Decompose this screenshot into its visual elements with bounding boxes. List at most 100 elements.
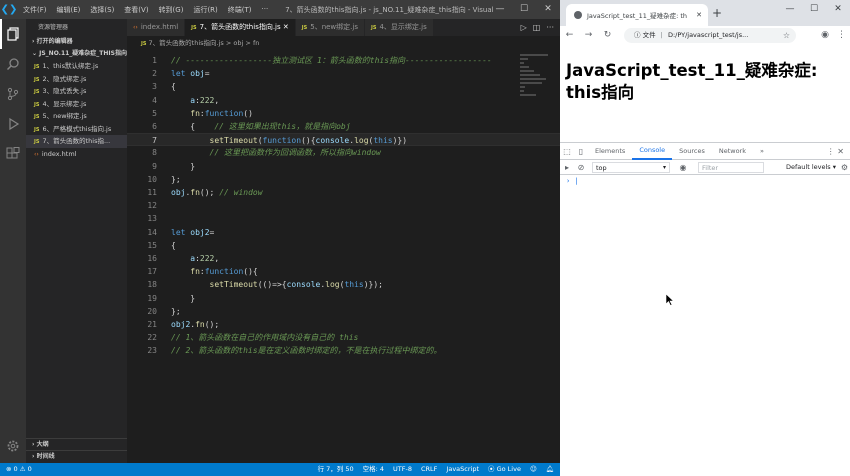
log-levels-dropdown[interactable]: Default levels ▾ (786, 163, 836, 171)
more-tabs-button[interactable]: » (753, 143, 771, 159)
tab-arrow-function[interactable]: JS 7、箭头函数的this指向.js ✕ (185, 19, 296, 36)
console-settings-gear-icon[interactable]: ⚙ (841, 163, 848, 172)
code-line[interactable]: 11 obj.fn(); // window (127, 186, 560, 199)
code-line[interactable]: 5 fn:function() (127, 107, 560, 120)
code-line[interactable]: 8 // 这里把函数作为回调函数，所以指向window (127, 146, 560, 159)
code-line[interactable]: 3{ (127, 80, 560, 93)
search-icon[interactable] (0, 49, 26, 79)
code-line[interactable]: 17 fn:function(){ (127, 265, 560, 278)
console-prompt[interactable]: › | (560, 175, 850, 187)
code-line[interactable]: 2 let obj= (127, 67, 560, 80)
code-line[interactable]: 10}; (127, 173, 560, 186)
code-line[interactable]: 22 // 1、箭头函数在自己的作用域内没有自己的 this (127, 331, 560, 344)
run-icon[interactable]: ▷ (521, 23, 527, 32)
tab-index-html[interactable]: ‹› index.html (127, 19, 186, 36)
split-editor-icon[interactable]: ◫ (533, 23, 541, 32)
language-mode[interactable]: JavaScript (446, 463, 479, 476)
breadcrumb-leaf[interactable]: fn (253, 39, 259, 47)
code-line[interactable]: 21 obj2.fn(); (127, 318, 560, 331)
code-line[interactable]: 1 // ------------------独立测试区 1：箭头函数的this指… (127, 54, 560, 67)
file-item[interactable]: JS 1、this默认绑定.js (26, 60, 127, 73)
tab-console[interactable]: Console (632, 142, 673, 160)
code-line[interactable]: 18 setTimeout(()=>{console.log(this)}); (127, 278, 560, 291)
code-line[interactable]: 9 } (127, 160, 560, 173)
device-toolbar-icon[interactable]: ▯ (574, 147, 588, 156)
browser-tab[interactable]: JavaScript_test_11_疑难杂症: th ✕ (566, 4, 708, 26)
maximize-icon[interactable]: ☐ (512, 0, 536, 19)
line-ending[interactable]: CRLF (421, 463, 437, 476)
timeline-section[interactable]: › 时间线 (26, 450, 127, 462)
breadcrumb-file[interactable]: 7、箭头函数的this指向.js (149, 39, 224, 47)
folder-section[interactable]: ⌄ JS_NO.11_疑难杂症_THIS指向 (26, 48, 127, 60)
minimize-icon[interactable]: — (778, 0, 802, 18)
explorer-icon[interactable] (0, 19, 26, 49)
menu-selection[interactable]: 选择(S) (85, 5, 119, 15)
tab-network[interactable]: Network (712, 143, 753, 159)
back-arrow-icon[interactable]: ← (560, 30, 579, 40)
close-icon[interactable]: ✕ (536, 0, 560, 19)
file-item[interactable]: ‹› index.html (26, 148, 127, 161)
manage-gear-icon[interactable] (0, 438, 26, 457)
file-item[interactable]: JS 4、显示绑定.js (26, 98, 127, 111)
code-line[interactable]: 15 { (127, 239, 560, 252)
reload-icon[interactable]: ↻ (598, 30, 617, 40)
encoding[interactable]: UTF-8 (393, 463, 412, 476)
go-live-button[interactable]: ⦿ Go Live (488, 463, 521, 476)
breadcrumb-symbol[interactable]: obj (233, 39, 243, 47)
menu-edit[interactable]: 编辑(E) (52, 5, 86, 15)
new-tab-button[interactable]: + (712, 6, 722, 20)
tab-close-icon[interactable]: ✕ (696, 11, 702, 19)
tab-close-icon[interactable]: ✕ (283, 23, 289, 31)
file-item[interactable]: JS 5、new绑定.js (26, 110, 127, 123)
notifications-bell-icon[interactable]: 🔔︎ (546, 463, 554, 476)
code-line[interactable]: 16 a:222, (127, 252, 560, 265)
outline-section[interactable]: › 大纲 (26, 438, 127, 450)
info-icon[interactable]: ⓘ (634, 31, 641, 39)
run-debug-icon[interactable] (0, 109, 26, 139)
code-line[interactable]: 6 { // 这里如果出现this，就是指向obj (127, 120, 560, 133)
sidebar-toggle-icon[interactable]: ▸ (560, 163, 574, 172)
menu-view[interactable]: 查看(V) (119, 5, 153, 15)
problems-indicator[interactable]: ⊗ 0 ⚠ 0 (6, 463, 32, 476)
inspect-element-icon[interactable]: ⬚ (560, 147, 574, 156)
chrome-menu-icon[interactable]: ⋮ (837, 26, 846, 44)
context-select[interactable]: top (592, 161, 670, 173)
feedback-icon[interactable]: ☺ (530, 463, 537, 476)
cursor-position[interactable]: 行 7，列 50 (318, 463, 354, 476)
code-line[interactable]: 14 let obj2= (127, 226, 560, 239)
code-line[interactable]: 4 a:222, (127, 94, 560, 107)
file-item-selected[interactable]: JS 7、箭头函数的this指... (26, 135, 127, 148)
menu-run[interactable]: 运行(R) (188, 5, 222, 15)
code-editor[interactable]: 1 // ------------------独立测试区 1：箭头函数的this指… (127, 50, 560, 463)
menu-more[interactable]: ··· (257, 5, 274, 15)
file-item[interactable]: JS 3、隐式丢失.js (26, 85, 127, 98)
tab-elements[interactable]: Elements (588, 143, 632, 159)
clear-console-icon[interactable]: ⊘ (574, 163, 588, 172)
code-line[interactable]: 19 } (127, 292, 560, 305)
close-icon[interactable]: ✕ (826, 0, 850, 18)
maximize-icon[interactable]: ☐ (802, 0, 826, 18)
indentation[interactable]: 空格: 4 (363, 463, 384, 476)
tab-explicit-binding[interactable]: JS 4、显示绑定.js (364, 19, 434, 36)
minimize-icon[interactable]: — (488, 0, 512, 19)
code-line[interactable]: 7 setTimeout(function(){console.log(this… (127, 133, 560, 147)
code-line[interactable]: 20}; (127, 305, 560, 318)
forward-arrow-icon[interactable]: → (579, 30, 598, 40)
menu-file[interactable]: 文件(F) (18, 5, 52, 15)
more-actions-icon[interactable]: ··· (546, 23, 554, 32)
tab-new-binding[interactable]: JS 5、new绑定.js (295, 19, 365, 36)
open-editors-section[interactable]: › 打开的编辑器 (26, 36, 127, 48)
tab-sources[interactable]: Sources (672, 143, 712, 159)
menu-terminal[interactable]: 终端(T) (223, 5, 257, 15)
code-line[interactable]: 23 // 2、箭头函数的this是在定义函数时绑定的，不是在执行过程中绑定的。 (127, 344, 560, 357)
profile-icon[interactable]: ◉ (821, 26, 829, 44)
file-item[interactable]: JS 2、隐式绑定.js (26, 73, 127, 86)
bookmark-star-icon[interactable]: ☆ (783, 28, 790, 43)
extensions-icon[interactable] (0, 139, 26, 169)
file-item[interactable]: JS 6、严格模式this指向.js (26, 123, 127, 136)
address-bar[interactable]: ⓘ 文件 | D:/PY/javascript_test/js... ☆ (624, 28, 796, 43)
source-control-icon[interactable] (0, 79, 26, 109)
code-line[interactable]: 13 (127, 212, 560, 225)
code-line[interactable]: 12 (127, 199, 560, 212)
live-expression-eye-icon[interactable]: ◉ (676, 163, 690, 172)
